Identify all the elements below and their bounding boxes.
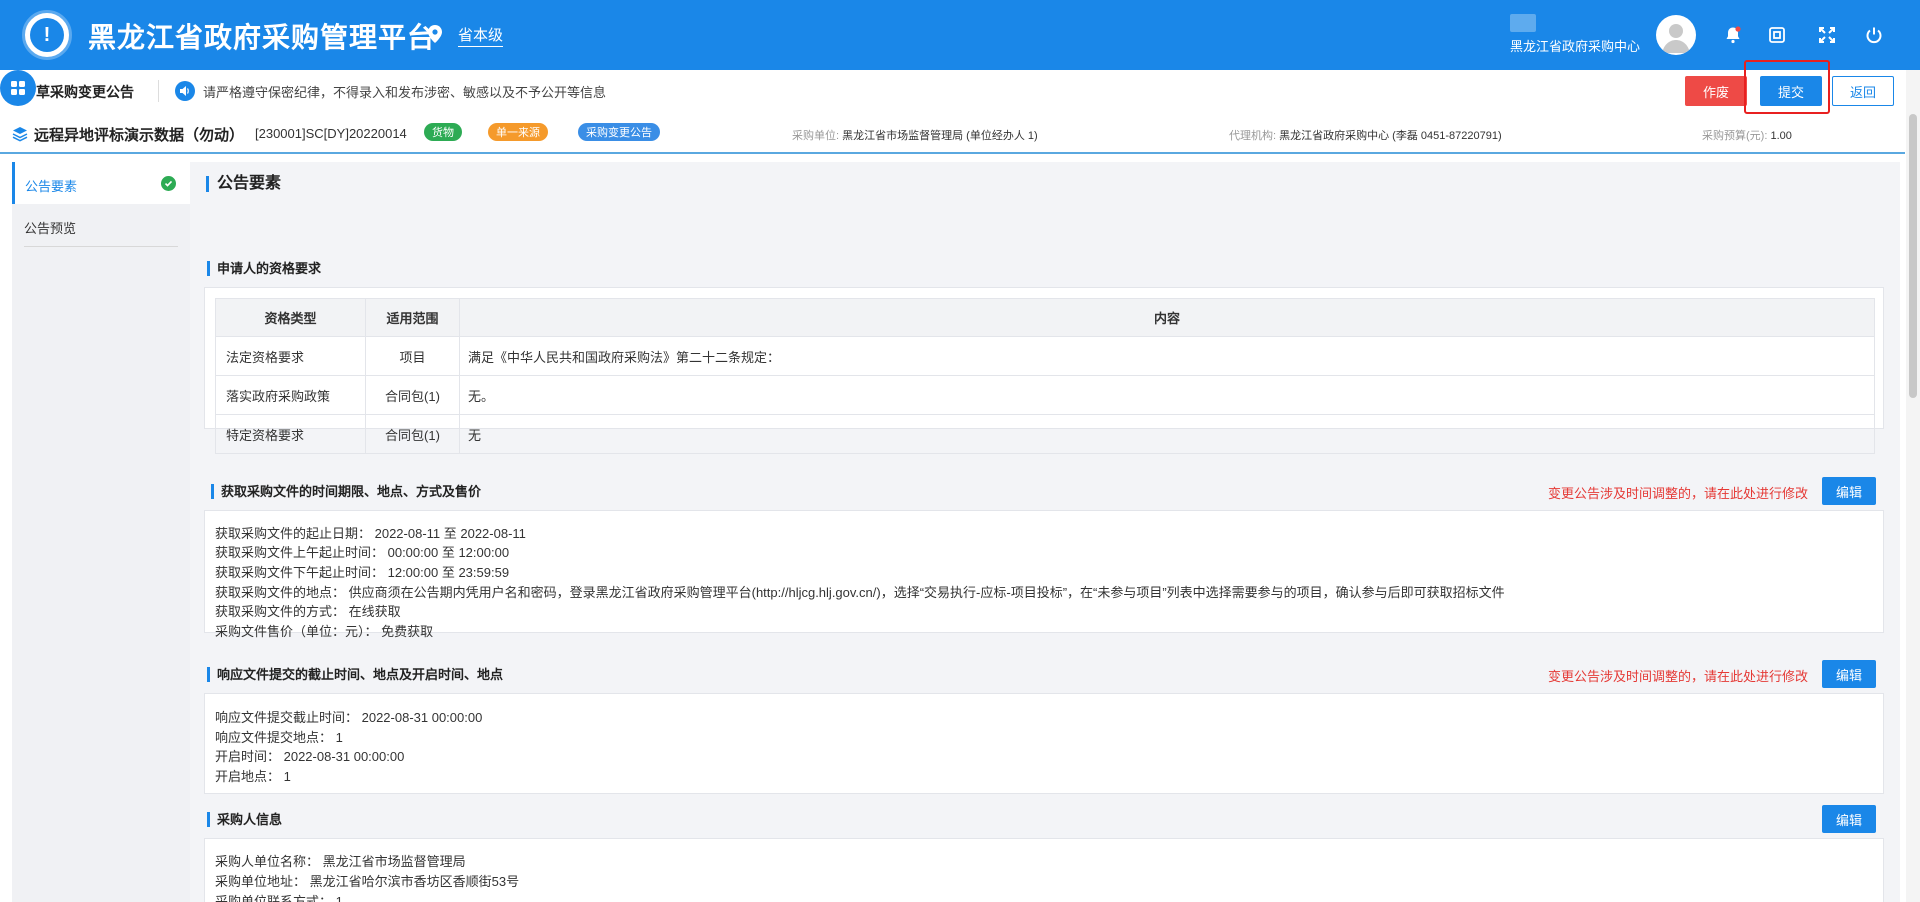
table-cell: 落实政府采购政策 (215, 375, 366, 415)
project-info-row: 远程异地评标演示数据（勿动） [230001]SC[DY]20220014 货物… (0, 118, 1905, 154)
info-line: 采购单位地址： 黑龙江省哈尔滨市香坊区香顺街53号 (215, 874, 520, 889)
bell-icon[interactable] (1722, 24, 1744, 46)
info-line: 获取采购文件下午起止时间： 12:00:00 至 23:59:59 (215, 565, 510, 580)
info-line: 开启时间： 2022-08-31 00:00:00 (215, 749, 405, 764)
section-title-acquire: 获取采购文件的时间期限、地点、方式及售价 (211, 484, 481, 499)
sidebar: 公告要素 公告预览 (12, 162, 190, 902)
table-header-row: 资格类型 适用范围 内容 (215, 298, 1875, 337)
section-title-response: 响应文件提交的截止时间、地点及开启时间、地点 (207, 667, 503, 682)
table-row: 特定资格要求 合同包(1) 无 (215, 414, 1875, 454)
divider (24, 246, 178, 247)
info-line: 响应文件提交截止时间： 2022-08-31 00:00:00 (215, 710, 483, 725)
table-cell: 合同包(1) (365, 414, 460, 454)
table-row: 落实政府采购政策 合同包(1) 无。 (215, 375, 1875, 415)
tag-goods: 货物 (424, 123, 462, 141)
acquire-panel: 获取采购文件的起止日期： 2022-08-11 至 2022-08-11 获取采… (204, 510, 1884, 639)
buyer-info: 采购单位: 黑龙江省市场监督管理局 (单位经办人 1) (792, 127, 1038, 143)
info-line: 采购文件售价（单位：元）： 免费获取 (215, 624, 434, 639)
edit-purchaser-button[interactable]: 编辑 (1822, 805, 1876, 833)
budget-label: 采购预算(元): (1702, 130, 1768, 142)
speaker-icon (175, 81, 195, 101)
buyer-value: 黑龙江省市场监督管理局 (单位经办人 1) (842, 130, 1038, 142)
top-header: ! 黑龙江省政府采购管理平台 省本级 黑龙江省政府采购中心 (0, 0, 1920, 70)
info-line: 获取采购文件的起止日期： 2022-08-11 至 2022-08-11 (215, 526, 526, 541)
divider (158, 80, 159, 102)
agent-value: 黑龙江省政府采购中心 (李磊 0451-87220791) (1279, 130, 1502, 142)
column-header: 资格类型 (215, 298, 366, 337)
app-logo: ! (22, 10, 72, 60)
qualification-panel: 资格类型 适用范围 内容 法定资格要求 项目 满足《中华人民共和国政府采购法》第… (204, 287, 1884, 454)
info-line: 获取采购文件的地点： 供应商须在公告期内凭用户名和密码，登录黑龙江省政府采购管理… (215, 585, 1505, 600)
info-line: 开启地点： 1 (215, 769, 291, 784)
sidebar-item-label: 公告要素 (25, 179, 78, 194)
window-icon[interactable] (1766, 24, 1788, 46)
info-line: 获取采购文件的方式： 在线获取 (215, 604, 401, 619)
tag-label: 采购变更公告 (586, 127, 652, 139)
sidebar-item-notice-elements[interactable]: 公告要素 (12, 162, 190, 204)
layers-icon (12, 127, 28, 142)
project-code: [230001]SC[DY]20220014 (255, 126, 407, 141)
scrollbar-thumb[interactable] (1909, 114, 1917, 398)
table-cell: 特定资格要求 (215, 414, 366, 454)
info-line: 采购人单位名称： 黑龙江省市场监督管理局 (215, 854, 466, 869)
column-header: 内容 (459, 298, 1875, 337)
user-name-redacted (1510, 14, 1536, 32)
shield-icon: ! (30, 18, 64, 52)
scrollbar[interactable] (1906, 70, 1920, 902)
qualification-table: 资格类型 适用范围 内容 法定资格要求 项目 满足《中华人民共和国政府采购法》第… (215, 298, 1875, 454)
info-line: 采购单位联系方式： 1 (215, 894, 343, 902)
table-cell: 法定资格要求 (215, 336, 366, 376)
project-title: 远程异地评标演示数据（勿动） (34, 127, 245, 144)
user-org: 黑龙江省政府采购中心 (1510, 39, 1641, 54)
tag-change-notice: 采购变更公告 (578, 123, 660, 141)
edit-response-button[interactable]: 编辑 (1822, 660, 1876, 688)
fullscreen-icon[interactable] (1816, 24, 1838, 46)
section-title-qualification: 申请人的资格要求 (207, 261, 321, 276)
table-cell: 满足《中华人民共和国政府采购法》第二十二条规定： (459, 336, 1875, 376)
tag-label: 单一来源 (496, 127, 540, 139)
purchaser-panel: 采购人单位名称： 黑龙江省市场监督管理局 采购单位地址： 黑龙江省哈尔滨市香坊区… (204, 838, 1884, 902)
main-title: 公告要素 (206, 176, 281, 192)
table-cell: 无 (459, 414, 1875, 454)
info-line: 响应文件提交地点： 1 (215, 730, 343, 745)
check-circle-icon (161, 176, 176, 191)
agent-info: 代理机构: 黑龙江省政府采购中心 (李磊 0451-87220791) (1229, 127, 1502, 143)
location-pin-icon (428, 25, 442, 43)
sidebar-item-label: 公告预览 (24, 221, 77, 236)
tag-label: 货物 (432, 127, 454, 139)
table-row: 法定资格要求 项目 满足《中华人民共和国政府采购法》第二十二条规定： (215, 336, 1875, 376)
budget-info: 采购预算(元): 1.00 (1702, 127, 1792, 143)
grid-icon (11, 81, 25, 95)
info-line: 获取采购文件上午起止时间： 00:00:00 至 12:00:00 (215, 545, 510, 560)
agent-label: 代理机构: (1229, 130, 1277, 142)
apps-menu-button[interactable] (0, 70, 36, 106)
table-cell: 项目 (365, 336, 460, 376)
column-header: 适用范围 (365, 298, 460, 337)
security-notice: 请严格遵守保密纪律，不得录入和发布涉密、敏感以及不予公开等信息 (203, 85, 607, 100)
sidebar-item-notice-preview[interactable]: 公告预览 (12, 204, 190, 246)
section-title-purchaser: 采购人信息 (207, 812, 282, 827)
void-button[interactable]: 作废 (1685, 76, 1747, 106)
response-panel: 响应文件提交截止时间： 2022-08-31 00:00:00 响应文件提交地点… (204, 693, 1884, 794)
time-adjust-hint: 变更公告涉及时间调整的，请在此处进行修改 (1548, 486, 1809, 501)
buyer-label: 采购单位: (792, 130, 840, 142)
power-icon[interactable] (1863, 24, 1885, 46)
time-adjust-hint: 变更公告涉及时间调整的，请在此处进行修改 (1548, 669, 1809, 684)
avatar[interactable] (1656, 15, 1696, 55)
tag-single-source: 单一来源 (488, 123, 548, 141)
budget-value: 1.00 (1770, 130, 1792, 142)
table-cell: 合同包(1) (365, 375, 460, 415)
user-icon (1662, 24, 1690, 53)
location-selector[interactable]: 省本级 (458, 24, 504, 47)
highlight-box (1744, 60, 1830, 114)
table-cell: 无。 (459, 375, 1875, 415)
app-title: 黑龙江省政府采购管理平台 (88, 22, 437, 53)
back-button[interactable]: 返回 (1832, 76, 1894, 106)
main-content: 公告要素 申请人的资格要求 资格类型 适用范围 内容 法定资格要求 项目 满足《… (190, 162, 1900, 902)
edit-acquire-button[interactable]: 编辑 (1822, 477, 1876, 505)
page-heading: 草采购变更公告 (36, 84, 134, 100)
